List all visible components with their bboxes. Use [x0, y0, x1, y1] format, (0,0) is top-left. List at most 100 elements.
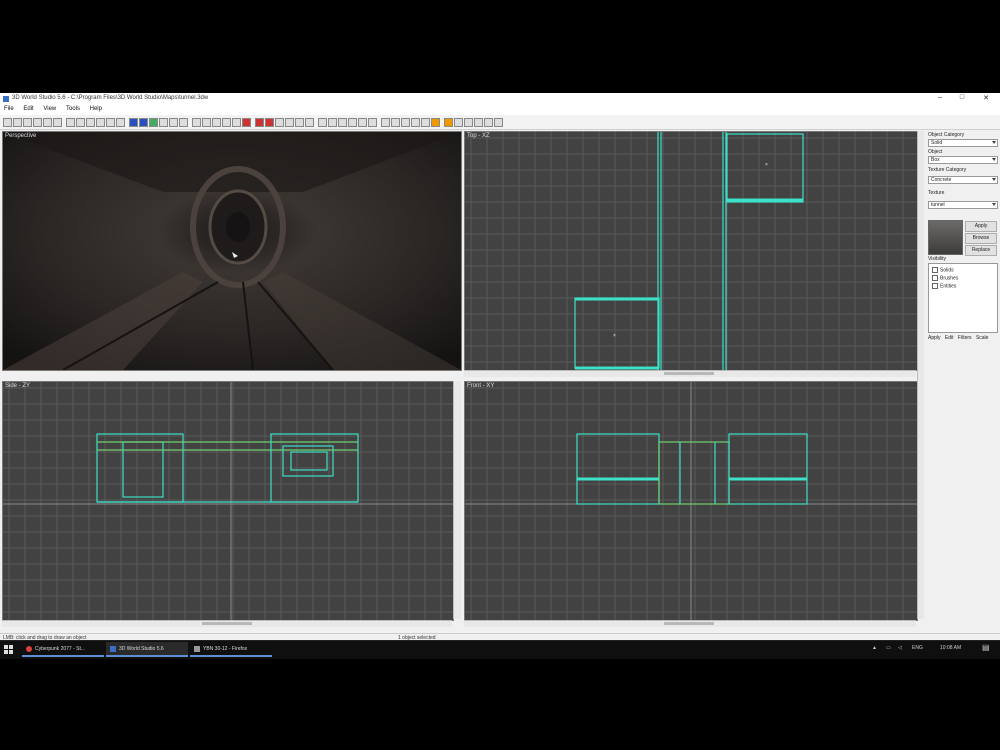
top-viewport[interactable]: Top - XZ × × — [464, 131, 918, 371]
top-horizontal-scrollbar[interactable] — [464, 370, 916, 377]
toolbar-button[interactable] — [401, 118, 410, 127]
toolbar-button[interactable] — [43, 118, 52, 127]
toolbar-button[interactable] — [391, 118, 400, 127]
object-category-select[interactable]: Solid — [928, 139, 998, 147]
toolbar-button[interactable] — [368, 118, 377, 127]
panel-tabs: Apply Edit Filters Scale — [928, 335, 998, 341]
toolbar-button[interactable] — [13, 118, 22, 127]
toolbar-button[interactable] — [338, 118, 347, 127]
toolbar-button[interactable] — [3, 118, 12, 127]
toolbar-button[interactable] — [328, 118, 337, 127]
toolbar-button[interactable] — [202, 118, 211, 127]
toolbar-button[interactable] — [444, 118, 453, 127]
visibility-item-entities[interactable]: Entities — [932, 283, 956, 289]
close-button[interactable]: ✕ — [976, 94, 996, 102]
clock[interactable]: 10:08 AM — [940, 645, 961, 651]
brush-outlines — [576, 433, 808, 505]
toolbar-button[interactable] — [232, 118, 241, 127]
toolbar-button[interactable] — [53, 118, 62, 127]
object-select[interactable]: Box — [928, 156, 998, 164]
toolbar-button[interactable] — [33, 118, 42, 127]
toolbar-button[interactable] — [222, 118, 231, 127]
toolbar-button[interactable] — [106, 118, 115, 127]
toolbar-button[interactable] — [179, 118, 188, 127]
menu-edit[interactable]: Edit — [19, 105, 37, 113]
object-value: Box — [931, 157, 940, 163]
volume-icon[interactable]: ◁ — [898, 645, 902, 651]
front-horizontal-scrollbar[interactable] — [464, 620, 916, 627]
menu-tools[interactable]: Tools — [62, 105, 84, 113]
visibility-item-brushes[interactable]: Brushes — [932, 275, 958, 281]
texture-preview[interactable] — [928, 220, 963, 255]
toolbar-button[interactable] — [96, 118, 105, 127]
visibility-item-solids[interactable]: Solids — [932, 267, 954, 273]
minimize-button[interactable]: – — [930, 94, 950, 101]
notification-icon[interactable]: ▲ — [872, 645, 877, 651]
toolbar-button[interactable] — [242, 118, 251, 127]
action-center-icon[interactable]: ▤ — [982, 643, 990, 652]
visibility-list: Solids Brushes Entities — [928, 263, 998, 333]
toolbar-button[interactable] — [149, 118, 158, 127]
taskbar-item-cyberpunk[interactable]: Cyberpunk 2077 - St... — [22, 642, 104, 657]
toolbar-button[interactable] — [66, 118, 75, 127]
toolbar-button[interactable] — [348, 118, 357, 127]
side-vertical-scrollbar[interactable] — [453, 381, 461, 619]
windows-start-icon[interactable] — [4, 645, 14, 655]
toolbar-button[interactable] — [192, 118, 201, 127]
toolbar-button[interactable] — [116, 118, 125, 127]
texture-category-select[interactable]: Concrete — [928, 176, 998, 184]
toolbar-button[interactable] — [76, 118, 85, 127]
toolbar-button[interactable] — [86, 118, 95, 127]
toolbar-button[interactable] — [169, 118, 178, 127]
toolbar-button[interactable] — [305, 118, 314, 127]
toolbar-button[interactable] — [139, 118, 148, 127]
toolbar-button[interactable] — [295, 118, 304, 127]
texture-select[interactable]: tunnel — [928, 201, 998, 209]
texture-category-value: Concrete — [931, 177, 952, 183]
menu-help[interactable]: Help — [86, 105, 106, 113]
viewport-vertical-scrollbar[interactable] — [917, 131, 924, 619]
toolbar-button[interactable] — [474, 118, 483, 127]
toolbar-button[interactable] — [255, 118, 264, 127]
toolbar-button[interactable] — [159, 118, 168, 127]
replace-button[interactable]: Replace — [965, 245, 997, 256]
toolbar-button[interactable] — [358, 118, 367, 127]
taskbar-item-firefox[interactable]: YBN 30-12 - Firefox — [190, 642, 272, 657]
toolbar-button[interactable] — [265, 118, 274, 127]
browse-button[interactable]: Browse — [965, 233, 997, 244]
toolbar-button[interactable] — [411, 118, 420, 127]
front-viewport[interactable]: Front - XY — [464, 381, 918, 621]
toolbar-button[interactable] — [129, 118, 138, 127]
front-grid — [465, 382, 917, 620]
toolbar-button[interactable] — [212, 118, 221, 127]
tab-edit[interactable]: Edit — [945, 335, 954, 341]
toolbar-button[interactable] — [318, 118, 327, 127]
toolbar-button[interactable] — [421, 118, 430, 127]
app-icon — [3, 96, 9, 102]
maximize-button[interactable]: □ — [952, 94, 972, 101]
menu-file[interactable]: File — [0, 105, 18, 113]
menu-bar: File Edit View Tools Help — [0, 105, 1000, 115]
tab-filters[interactable]: Filters — [958, 335, 972, 341]
network-icon[interactable]: ▭ — [886, 645, 891, 651]
viewport-label: Front - XY — [467, 383, 495, 389]
toolbar-button[interactable] — [23, 118, 32, 127]
toolbar-button[interactable] — [381, 118, 390, 127]
side-horizontal-scrollbar[interactable] — [2, 620, 452, 627]
tab-scale[interactable]: Scale — [976, 335, 989, 341]
toolbar-button[interactable] — [285, 118, 294, 127]
menu-view[interactable]: View — [39, 105, 60, 113]
toolbar-button[interactable] — [494, 118, 503, 127]
taskbar-item-3dws[interactable]: 3D World Studio 5.6 — [106, 642, 188, 657]
toolbar-button[interactable] — [484, 118, 493, 127]
tab-apply[interactable]: Apply — [928, 335, 941, 341]
side-viewport[interactable]: Side - ZY — [2, 381, 454, 621]
toolbar-button[interactable] — [275, 118, 284, 127]
perspective-viewport[interactable]: Perspective — [2, 131, 462, 371]
object-category-value: Solid — [931, 140, 943, 146]
toolbar-button[interactable] — [454, 118, 463, 127]
toolbar-button[interactable] — [464, 118, 473, 127]
toolbar-button[interactable] — [431, 118, 440, 127]
language-indicator[interactable]: ENG — [912, 645, 923, 651]
apply-button[interactable]: Apply — [965, 221, 997, 232]
